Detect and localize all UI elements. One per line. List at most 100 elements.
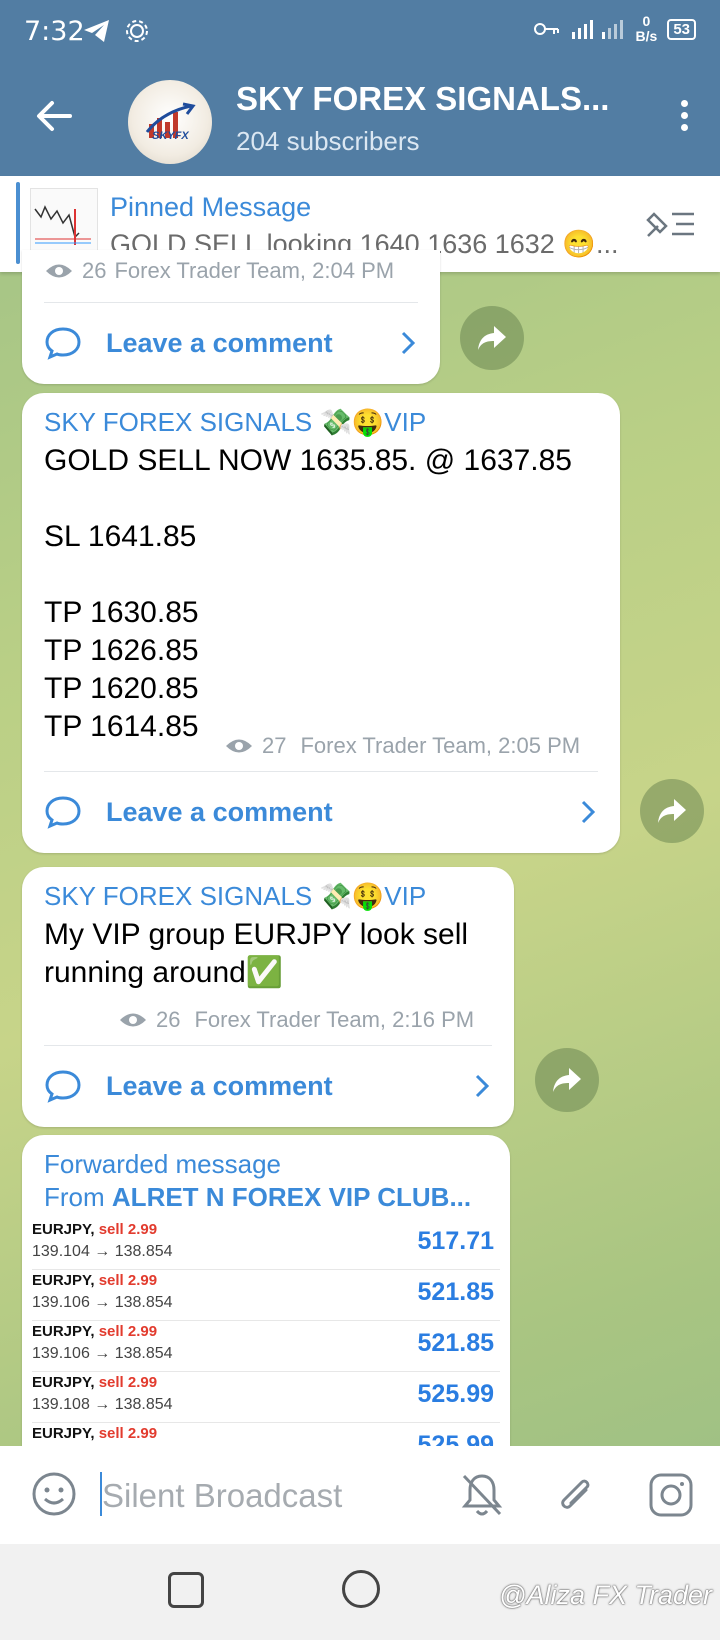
- notifications-off-icon[interactable]: [458, 1470, 506, 1520]
- trade-row: EURJPY, sell 2.99 139.106 → 138.854 521.…: [32, 1321, 500, 1372]
- emoji-icon[interactable]: [30, 1470, 78, 1518]
- attach-icon[interactable]: [552, 1470, 600, 1520]
- forward-arrow-icon: [478, 326, 506, 350]
- trade-row: EURJPY, sell 2.99 139.108 → 138.854 525.…: [32, 1372, 500, 1423]
- leave-comment-button[interactable]: Leave a comment: [22, 1047, 514, 1125]
- author-time: Forex Trader Team, 2:16 PM: [194, 1007, 475, 1032]
- pinned-indicator: [16, 182, 20, 264]
- trade-symbol: EURJPY,: [32, 1272, 95, 1289]
- message-meta: 27 Forex Trader Team, 2:05 PM: [224, 733, 580, 759]
- subscriber-count: 204 subscribers: [236, 126, 420, 156]
- watermark: @Aliza FX Trader: [499, 1580, 712, 1610]
- trade-row: EURJPY, sell 2.99 139.104 → 138.854 517.…: [32, 1219, 500, 1270]
- back-arrow-icon[interactable]: [30, 92, 78, 140]
- trade-side: sell 2.99: [98, 1425, 158, 1442]
- leave-comment-button[interactable]: Leave a comment: [22, 304, 440, 382]
- trade-row: EURJPY, sell 2.99 139.106 → 138.854 521.…: [32, 1270, 500, 1321]
- message-bubble: 26 Forex Trader Team, 2:04 PM Leave a co…: [22, 250, 440, 384]
- battery-icon: 53: [667, 18, 696, 40]
- status-time: 7:32: [24, 16, 85, 47]
- share-button[interactable]: [460, 306, 524, 370]
- trade-side: sell 2.99: [98, 1221, 158, 1238]
- trade-pair: EURJPY, sell 2.99: [32, 1425, 157, 1442]
- comment-label: Leave a comment: [106, 327, 333, 358]
- view-count: 26: [156, 1007, 181, 1032]
- trade-side: sell 2.99: [98, 1272, 158, 1289]
- trade-symbol: EURJPY,: [32, 1374, 95, 1391]
- message-bubble: SKY FOREX SIGNALS 💸🤑VIP GOLD SELL NOW 16…: [22, 393, 620, 853]
- forward-arrow-icon: [553, 1068, 581, 1092]
- app-bar: 7:32 0 B/s 53 SKYFX SKY FOREX SIGNALS...…: [0, 0, 720, 176]
- forwarded-from[interactable]: From ALRET N FOREX VIP CLUB...: [22, 1180, 510, 1219]
- more-options-icon[interactable]: [678, 100, 690, 136]
- share-button[interactable]: [535, 1048, 599, 1112]
- channel-avatar[interactable]: SKYFX: [128, 80, 212, 164]
- instagram-camera-icon[interactable]: [646, 1470, 696, 1520]
- trade-screenshot[interactable]: EURJPY, sell 2.99 139.104 → 138.854 517.…: [22, 1219, 510, 1474]
- settings-icon: [126, 20, 148, 42]
- forwarded-from-name: ALRET N FOREX VIP CLUB...: [111, 1182, 472, 1212]
- trade-side: sell 2.99: [98, 1323, 158, 1340]
- broadcast-input[interactable]: [100, 1470, 424, 1522]
- forwarded-label: Forwarded message: [44, 1149, 281, 1179]
- comment-icon: [45, 796, 81, 829]
- views-icon: [120, 1013, 146, 1027]
- trade-profit: 521.85: [417, 1329, 494, 1357]
- trade-pair: EURJPY, sell 2.99: [32, 1272, 157, 1289]
- home-button[interactable]: [342, 1570, 380, 1608]
- trade-symbol: EURJPY,: [32, 1323, 95, 1340]
- trade-prices: 139.106 → 138.854: [32, 1294, 173, 1311]
- channel-title[interactable]: SKY FOREX SIGNALS...: [236, 80, 636, 118]
- comment-label: Leave a comment: [106, 796, 333, 827]
- trade-pair: EURJPY, sell 2.99: [32, 1374, 157, 1391]
- trade-prices: 139.106 → 138.854: [32, 1345, 173, 1362]
- system-nav-bar: @Aliza FX Trader: [0, 1544, 720, 1640]
- forwarded-message-bubble: Forwarded message From ALRET N FOREX VIP…: [22, 1135, 510, 1475]
- avatar-text: SKYFX: [152, 130, 189, 142]
- net-speed-value: 0: [642, 13, 651, 29]
- recents-button[interactable]: [168, 1572, 204, 1608]
- forwarded-from-prefix: From: [44, 1182, 105, 1212]
- forward-arrow-icon: [658, 799, 686, 823]
- message-meta: 26 Forex Trader Team, 2:04 PM: [44, 258, 394, 284]
- divider: [44, 302, 418, 303]
- view-count: 27: [262, 733, 287, 758]
- share-button[interactable]: [640, 779, 704, 843]
- chevron-right-icon: [475, 1074, 490, 1098]
- author-time: Forex Trader Team, 2:04 PM: [114, 258, 395, 283]
- status-right: 0 B/s 53: [533, 13, 696, 44]
- message-author[interactable]: SKY FOREX SIGNALS 💸🤑VIP: [22, 867, 514, 912]
- views-icon: [226, 739, 252, 753]
- author-time: Forex Trader Team, 2:05 PM: [300, 733, 581, 758]
- divider: [44, 1045, 492, 1046]
- trade-symbol: EURJPY,: [32, 1221, 95, 1238]
- trade-profit: 517.71: [417, 1227, 494, 1255]
- pin-list-icon[interactable]: [644, 206, 698, 242]
- trade-profit: 525.99: [417, 1380, 494, 1408]
- trade-pair: EURJPY, sell 2.99: [32, 1323, 157, 1340]
- comment-icon: [45, 327, 81, 360]
- signal-icon: [571, 20, 623, 39]
- text-caret: [100, 1472, 102, 1516]
- trade-profit: 521.85: [417, 1278, 494, 1306]
- message-text: My VIP group EURJPY look sell running ar…: [44, 918, 469, 989]
- chevron-right-icon: [581, 800, 596, 824]
- divider: [44, 771, 598, 772]
- message-bubble: SKY FOREX SIGNALS 💸🤑VIP My VIP group EUR…: [22, 867, 514, 1127]
- chevron-right-icon: [401, 331, 416, 355]
- telegram-icon: [84, 20, 109, 42]
- trade-prices: 139.104 → 138.854: [32, 1243, 173, 1260]
- trade-pair: EURJPY, sell 2.99: [32, 1221, 157, 1238]
- comment-label: Leave a comment: [106, 1070, 333, 1101]
- net-speed-unit: B/s: [635, 28, 658, 44]
- trade-side: sell 2.99: [98, 1374, 158, 1391]
- leave-comment-button[interactable]: Leave a comment: [22, 773, 620, 851]
- views-icon: [46, 264, 72, 278]
- key-icon: [533, 23, 559, 35]
- message-author[interactable]: SKY FOREX SIGNALS 💸🤑VIP: [22, 393, 620, 438]
- trade-prices: 139.108 → 138.854: [32, 1396, 173, 1413]
- message-text: GOLD SELL NOW 1635.85. @ 1637.85 SL 1641…: [44, 444, 572, 743]
- trade-symbol: EURJPY,: [32, 1425, 95, 1442]
- view-count: 26: [82, 258, 107, 283]
- message-meta: 26 Forex Trader Team, 2:16 PM: [118, 1007, 474, 1033]
